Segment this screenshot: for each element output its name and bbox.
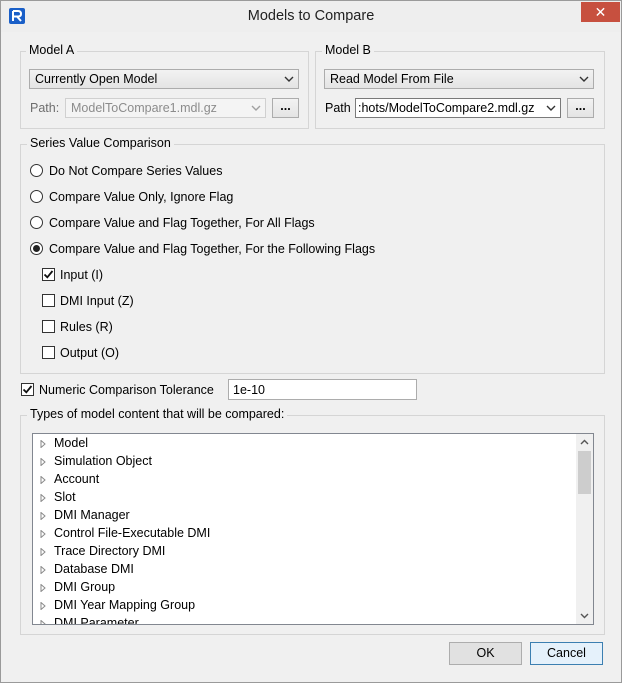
radio-do-not-compare-label[interactable]: Do Not Compare Series Values	[49, 164, 222, 178]
model-a-source-select[interactable]: Currently Open Model	[29, 69, 299, 89]
radio-following-flags[interactable]	[30, 242, 43, 255]
expand-arrow-icon[interactable]	[40, 530, 46, 538]
close-button[interactable]: ✕	[581, 2, 620, 22]
chevron-down-icon	[579, 76, 589, 82]
model-a-browse-button[interactable]: ...	[272, 98, 299, 118]
flag-dmi-input-label[interactable]: DMI Input (Z)	[60, 294, 134, 308]
radio-value-only[interactable]	[30, 190, 43, 203]
flag-output-label[interactable]: Output (O)	[60, 346, 119, 360]
title-bar[interactable]: Models to Compare ✕	[1, 1, 621, 32]
models-to-compare-dialog: Models to Compare ✕ Model A Currently Op…	[0, 0, 622, 683]
ok-button[interactable]: OK	[449, 642, 522, 665]
model-b-source-select[interactable]: Read Model From File	[324, 69, 594, 89]
flag-input-label[interactable]: Input (I)	[60, 268, 103, 282]
flag-rules-label[interactable]: Rules (R)	[60, 320, 113, 334]
tree-scrollbar[interactable]	[576, 434, 593, 624]
checkmark-icon	[22, 385, 33, 394]
tree-item[interactable]: Simulation Object	[33, 453, 578, 471]
tree-item[interactable]: DMI Parameter	[33, 615, 578, 625]
tree-item[interactable]: Model	[33, 435, 578, 453]
tolerance-label[interactable]: Numeric Comparison Tolerance	[39, 383, 214, 397]
model-b-browse-button[interactable]: ...	[567, 98, 594, 118]
tree-item[interactable]: Control File-Executable DMI	[33, 525, 578, 543]
flag-output-checkbox[interactable]	[42, 346, 55, 359]
scroll-thumb[interactable]	[578, 451, 591, 494]
content-types-tree[interactable]: Model Simulation Object Account Slot DMI…	[32, 433, 594, 625]
expand-arrow-icon[interactable]	[40, 494, 46, 502]
tree-item[interactable]: DMI Group	[33, 579, 578, 597]
expand-arrow-icon[interactable]	[40, 548, 46, 556]
model-b-title: Model B	[322, 43, 374, 57]
series-comparison-group	[20, 144, 605, 374]
expand-arrow-icon[interactable]	[40, 512, 46, 520]
radio-all-flags[interactable]	[30, 216, 43, 229]
chevron-down-icon	[284, 76, 294, 82]
tree-item[interactable]: Trace Directory DMI	[33, 543, 578, 561]
tolerance-input[interactable]: 1e-10	[228, 379, 417, 400]
series-comparison-title: Series Value Comparison	[27, 136, 174, 150]
radio-value-only-label[interactable]: Compare Value Only, Ignore Flag	[49, 190, 233, 204]
checkmark-icon	[43, 270, 54, 279]
tree-item[interactable]: DMI Manager	[33, 507, 578, 525]
radio-following-flags-label[interactable]: Compare Value and Flag Together, For the…	[49, 242, 375, 256]
flag-rules-checkbox[interactable]	[42, 320, 55, 333]
chevron-down-icon	[546, 105, 556, 111]
expand-arrow-icon[interactable]	[40, 566, 46, 574]
expand-arrow-icon[interactable]	[40, 458, 46, 466]
scroll-down-icon[interactable]	[576, 607, 593, 624]
window-title: Models to Compare	[247, 8, 375, 24]
scroll-up-icon[interactable]	[576, 434, 593, 451]
flag-dmi-input-checkbox[interactable]	[42, 294, 55, 307]
expand-arrow-icon[interactable]	[40, 602, 46, 610]
chevron-down-icon	[251, 105, 261, 111]
tree-item[interactable]: Account	[33, 471, 578, 489]
flag-input-checkbox[interactable]	[42, 268, 55, 281]
tolerance-checkbox[interactable]	[21, 383, 34, 396]
tree-item[interactable]: Database DMI	[33, 561, 578, 579]
expand-arrow-icon[interactable]	[40, 440, 46, 448]
content-types-title: Types of model content that will be comp…	[27, 407, 288, 421]
cancel-button[interactable]: Cancel	[530, 642, 603, 665]
radio-do-not-compare[interactable]	[30, 164, 43, 177]
expand-arrow-icon[interactable]	[40, 584, 46, 592]
expand-arrow-icon[interactable]	[40, 476, 46, 484]
model-a-path-label: Path:	[30, 101, 60, 115]
radio-all-flags-label[interactable]: Compare Value and Flag Together, For All…	[49, 216, 315, 230]
tree-item[interactable]: Slot	[33, 489, 578, 507]
model-b-path-field[interactable]: :hots/ModelToCompare2.mdl.gz	[355, 98, 561, 118]
model-b-path-label: Path	[325, 101, 351, 115]
model-a-path-field: ModelToCompare1.mdl.gz	[65, 98, 266, 118]
tree-item[interactable]: DMI Year Mapping Group	[33, 597, 578, 615]
model-a-title: Model A	[26, 43, 78, 57]
expand-arrow-icon[interactable]	[40, 620, 46, 625]
